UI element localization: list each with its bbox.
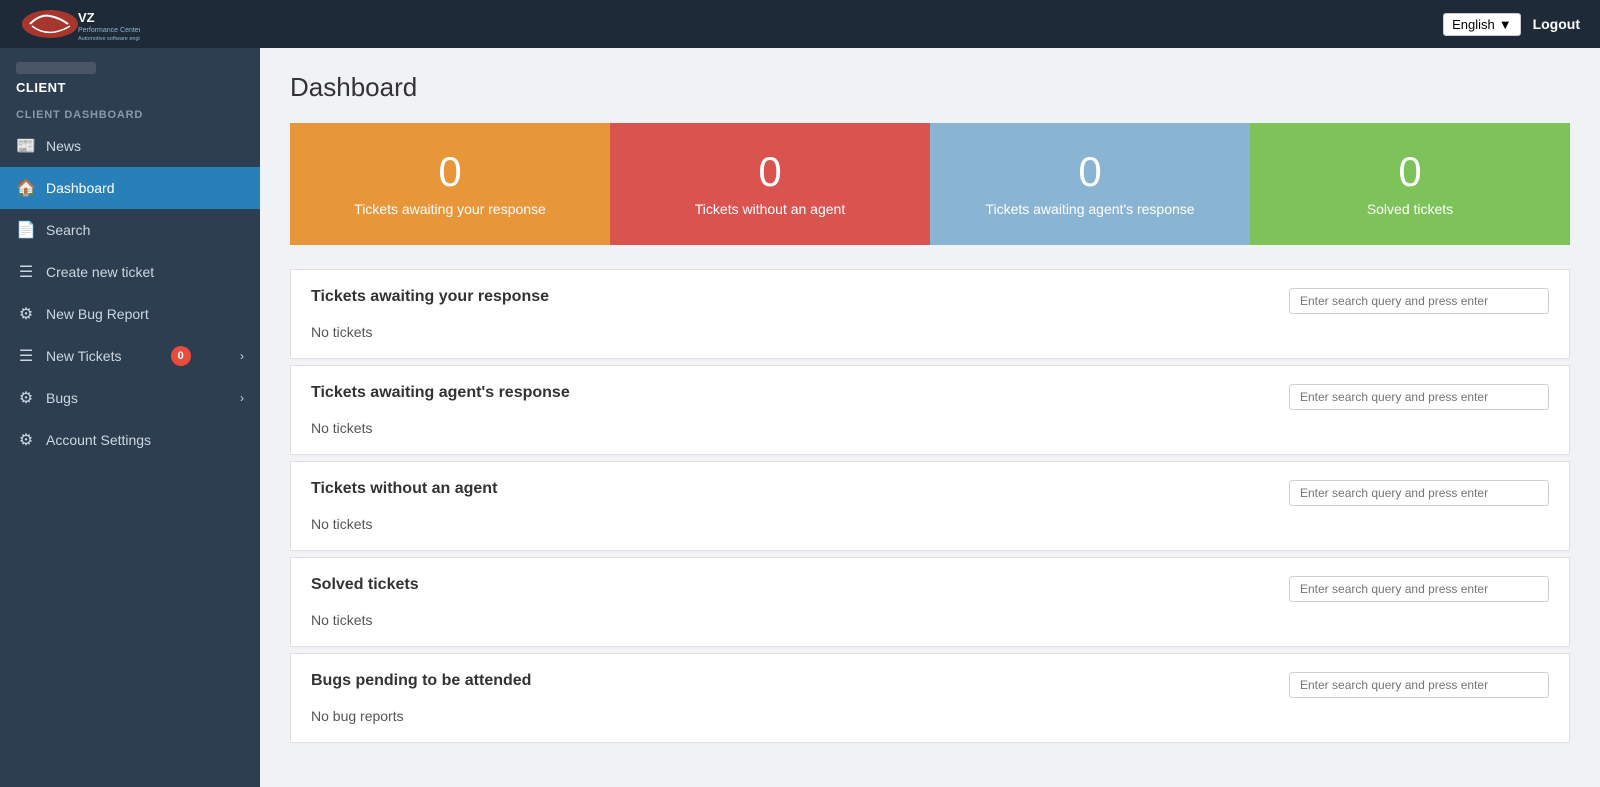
stat-label-solved: Solved tickets: [1367, 201, 1453, 217]
stat-number-solved: 0: [1398, 151, 1421, 193]
sidebar-item-label-dashboard: Dashboard: [46, 180, 115, 196]
account-settings-icon: ⚙: [16, 430, 36, 450]
main-layout: CLIENT CLIENT DASHBOARD 📰 News 🏠 Dashboard 📄…: [0, 48, 1600, 787]
sidebar-item-label-new-tickets: New Tickets: [46, 348, 121, 364]
section-empty-awaiting-your-response: No tickets: [311, 324, 1549, 340]
sidebar-user-label: CLIENT: [16, 80, 244, 95]
section-empty-solved-tickets: No tickets: [311, 612, 1549, 628]
arrow-icon-new-tickets: ›: [240, 349, 244, 363]
sidebar-section-label: CLIENT DASHBOARD: [0, 101, 260, 125]
stat-number-awaiting-response: 0: [438, 151, 461, 193]
stat-card-awaiting-response[interactable]: 0 Tickets awaiting your response: [290, 123, 610, 245]
section-header-bugs-pending: Bugs pending to be attended: [311, 672, 1549, 698]
create-ticket-icon: ☰: [16, 262, 36, 282]
language-selector[interactable]: English ▼: [1443, 13, 1521, 36]
dashboard-icon: 🏠: [16, 178, 36, 198]
svg-text:VZ: VZ: [78, 10, 95, 25]
logo-area: VZ Performance Center Automotive softwar…: [20, 6, 140, 42]
stat-number-agent-response: 0: [1078, 151, 1101, 193]
badge-new-tickets: 0: [171, 346, 191, 366]
sidebar-user-area: CLIENT: [0, 48, 260, 101]
section-title-solved-tickets: Solved tickets: [311, 576, 419, 594]
section-awaiting-agent-response: Tickets awaiting agent's response No tick…: [290, 365, 1570, 455]
page-title: Dashboard: [290, 72, 1570, 103]
stat-cards: 0 Tickets awaiting your response 0 Tickets …: [290, 123, 1570, 245]
svg-text:Automotive software engineerin: Automotive software engineering: [78, 36, 140, 42]
section-search-without-agent[interactable]: [1289, 480, 1549, 506]
section-solved-tickets: Solved tickets No tickets: [290, 557, 1570, 647]
sidebar-item-label-create-ticket: Create new ticket: [46, 264, 154, 280]
sidebar-item-new-bug-report[interactable]: ⚙ New Bug Report: [0, 293, 260, 335]
topbar-right: English ▼ Logout: [1443, 13, 1580, 36]
section-empty-bugs-pending: No bug reports: [311, 708, 1549, 724]
topbar: VZ Performance Center Automotive softwar…: [0, 0, 1600, 48]
sidebar-item-label-bugs: Bugs: [46, 390, 78, 406]
sidebar-item-create-ticket[interactable]: ☰ Create new ticket: [0, 251, 260, 293]
sidebar-item-bugs[interactable]: ⚙ Bugs ›: [0, 377, 260, 419]
sidebar-item-label-new-bug-report: New Bug Report: [46, 306, 149, 322]
sidebar-item-label-news: News: [46, 138, 81, 154]
section-search-bugs-pending[interactable]: [1289, 672, 1549, 698]
section-header-awaiting-your-response: Tickets awaiting your response: [311, 288, 1549, 314]
sidebar-item-news[interactable]: 📰 News: [0, 125, 260, 167]
sidebar-item-dashboard[interactable]: 🏠 Dashboard: [0, 167, 260, 209]
section-header-solved-tickets: Solved tickets: [311, 576, 1549, 602]
language-label: English: [1452, 17, 1495, 32]
arrow-icon-bugs: ›: [240, 391, 244, 405]
stat-card-agent-response[interactable]: 0 Tickets awaiting agent's response: [930, 123, 1250, 245]
new-tickets-icon: ☰: [16, 346, 36, 366]
sidebar-item-search[interactable]: 📄 Search: [0, 209, 260, 251]
stat-label-agent-response: Tickets awaiting agent's response: [985, 201, 1194, 217]
sidebar-item-label-search: Search: [46, 222, 90, 238]
sections-container: Tickets awaiting your response No tickets…: [290, 269, 1570, 743]
section-title-bugs-pending: Bugs pending to be attended: [311, 672, 531, 690]
section-title-awaiting-agent-response: Tickets awaiting agent's response: [311, 384, 570, 402]
section-title-awaiting-your-response: Tickets awaiting your response: [311, 288, 549, 306]
section-search-solved-tickets[interactable]: [1289, 576, 1549, 602]
section-empty-without-agent: No tickets: [311, 516, 1549, 532]
stat-card-solved[interactable]: 0 Solved tickets: [1250, 123, 1570, 245]
section-header-without-agent: Tickets without an agent: [311, 480, 1549, 506]
sidebar-item-new-tickets[interactable]: ☰ New Tickets 0 ›: [0, 335, 260, 377]
sidebar-item-label-account-settings: Account Settings: [46, 432, 151, 448]
section-empty-awaiting-agent-response: No tickets: [311, 420, 1549, 436]
new-bug-report-icon: ⚙: [16, 304, 36, 324]
sidebar-items-container: 📰 News 🏠 Dashboard 📄 Search ☰ Create new ticket…: [0, 125, 260, 461]
section-awaiting-your-response: Tickets awaiting your response No tickets: [290, 269, 1570, 359]
stat-label-awaiting-response: Tickets awaiting your response: [354, 201, 546, 217]
sidebar-item-account-settings[interactable]: ⚙ Account Settings: [0, 419, 260, 461]
svg-text:Performance Center: Performance Center: [78, 27, 140, 34]
user-avatar-placeholder: [16, 62, 96, 74]
section-without-agent: Tickets without an agent No tickets: [290, 461, 1570, 551]
stat-number-without-agent: 0: [758, 151, 781, 193]
sidebar: CLIENT CLIENT DASHBOARD 📰 News 🏠 Dashboard 📄…: [0, 48, 260, 787]
section-title-without-agent: Tickets without an agent: [311, 480, 497, 498]
stat-label-without-agent: Tickets without an agent: [695, 201, 845, 217]
section-header-awaiting-agent-response: Tickets awaiting agent's response: [311, 384, 1549, 410]
logout-button[interactable]: Logout: [1533, 16, 1580, 32]
main-content: Dashboard 0 Tickets awaiting your respons…: [260, 48, 1600, 787]
news-icon: 📰: [16, 136, 36, 156]
dropdown-arrow-icon: ▼: [1499, 17, 1512, 32]
search-icon: 📄: [16, 220, 36, 240]
section-bugs-pending: Bugs pending to be attended No bug report…: [290, 653, 1570, 743]
section-search-awaiting-your-response[interactable]: [1289, 288, 1549, 314]
logo-image: VZ Performance Center Automotive softwar…: [20, 6, 140, 42]
section-search-awaiting-agent-response[interactable]: [1289, 384, 1549, 410]
stat-card-without-agent[interactable]: 0 Tickets without an agent: [610, 123, 930, 245]
bugs-icon: ⚙: [16, 388, 36, 408]
